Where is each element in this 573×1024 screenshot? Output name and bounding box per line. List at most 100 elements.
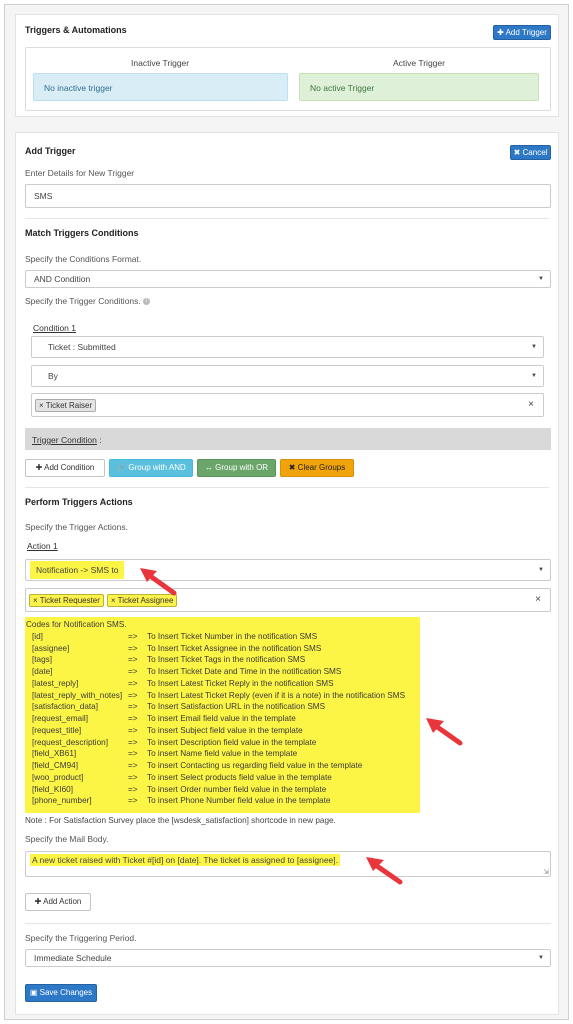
code-key: [request_title] (32, 725, 82, 735)
code-arrow: => (128, 678, 138, 688)
conditions-title: Match Triggers Conditions (25, 228, 139, 238)
code-row: [tags] => To Insert Ticket Tags in the not… (25, 654, 420, 666)
clear-groups-button[interactable]: ✖ Clear Groups (280, 459, 354, 477)
trigger-name-input[interactable]: SMS (25, 184, 551, 208)
triggers-title: Triggers & Automations (25, 25, 127, 35)
trigger-condition-bar: Trigger Condition : (25, 428, 551, 450)
code-key: [field_XB61] (32, 749, 77, 759)
code-arrow: => (128, 772, 138, 782)
save-icon: ▣ (29, 988, 40, 997)
sms-codes-box: Codes for Notification SMS. [id] => To Ins… (25, 617, 420, 813)
code-arrow: => (128, 655, 138, 665)
code-description: To insert Description field value in the… (147, 737, 317, 747)
code-key: [date] (32, 667, 53, 676)
code-row: [latest_reply_with_notes] => To Insert Lat… (25, 690, 420, 702)
divider (25, 218, 549, 219)
codes-list: [id] => To Insert Ticket Number in the not… (25, 631, 420, 807)
satisfaction-note: Note : For Satisfaction Survey place the… (25, 816, 336, 825)
condition-value-tags[interactable]: × Ticket Raiser × (31, 393, 544, 417)
action-recipients-tags[interactable]: × Ticket Requester × Ticket Assignee × (25, 588, 551, 612)
code-description: To insert Phone Number field value in th… (147, 796, 331, 806)
code-arrow: => (128, 749, 138, 759)
code-key: [latest_reply] (32, 678, 79, 688)
code-description: To Insert Latest Ticket Reply (even if i… (147, 690, 406, 700)
mail-body-textarea[interactable]: A new ticket raised with Ticket #[id] on… (25, 851, 551, 877)
code-key: [woo_product] (32, 772, 84, 782)
code-description: To Insert Ticket Assignee in the notific… (147, 643, 322, 653)
divider (25, 923, 551, 924)
annotation-arrow-mail-body (366, 857, 403, 885)
code-description: To Insert Latest Ticket Reply in the not… (147, 678, 334, 688)
code-description: To Insert Ticket Tags in the notificatio… (147, 655, 306, 665)
condition-operator-select[interactable]: By ▼ (31, 365, 544, 387)
clear-tags-icon[interactable]: × (528, 399, 534, 410)
clear-tags-icon[interactable]: × (535, 594, 541, 605)
code-row: [date] => To Insert Ticket Date and Time i… (25, 666, 420, 678)
mail-body-label: Specify the Mail Body. (25, 834, 109, 844)
code-arrow: => (128, 690, 138, 700)
add-trigger-button[interactable]: ✚ Add Trigger (493, 25, 551, 40)
trigger-condition-label: Trigger Condition : (32, 435, 102, 445)
condition-field-select[interactable]: Ticket : Submitted ▼ (31, 336, 544, 358)
inactive-trigger-header: Inactive Trigger (131, 58, 190, 68)
save-changes-button[interactable]: ▣ Save Changes (25, 984, 97, 1002)
code-row: [field_CM94] => To insert Contacting us re… (25, 760, 420, 772)
plus-icon: ✚ (34, 897, 44, 906)
code-description: To insert Email field value in the templ… (147, 714, 296, 723)
remove-tag-icon[interactable]: × (33, 596, 38, 605)
tag-ticket-requester[interactable]: × Ticket Requester (29, 594, 104, 607)
code-key: [tags] (32, 655, 53, 665)
condition-1-box: Condition 1 Ticket : Submitted ▼ By ▼ × … (25, 314, 551, 421)
period-select[interactable]: Immediate Schedule ▼ (25, 949, 551, 967)
code-row: [request_title] => To insert Subject field… (25, 725, 420, 737)
code-description: To insert Contacting us regarding field … (147, 761, 363, 770)
code-arrow: => (128, 631, 138, 641)
active-empty-text: No active Trigger (310, 83, 375, 93)
code-row: [latest_reply] => To Insert Latest Ticket … (25, 678, 420, 690)
code-key: [id] (32, 631, 43, 641)
info-icon: i (143, 298, 151, 306)
actions-title: Perform Triggers Actions (25, 497, 133, 507)
chevron-down-icon: ▼ (531, 344, 537, 350)
code-row: [request_description] => To insert Descrip… (25, 737, 420, 749)
code-description: To insert Subject field value in the tem… (147, 725, 303, 735)
annotation-arrow-codes (426, 718, 463, 746)
code-key: [phone_number] (32, 796, 92, 806)
link-icon: 🔗 (116, 463, 127, 472)
active-trigger-list: No active Trigger (299, 73, 539, 101)
group-with-and-button[interactable]: 🔗 Group with AND (109, 459, 193, 477)
conditions-format-select[interactable]: AND Condition ▼ (25, 270, 551, 288)
code-row: [request_email] => To insert Email field v… (25, 713, 420, 725)
trigger-conditions-label: Specify the Trigger Conditions. i (25, 296, 151, 306)
action-type-select[interactable]: Notification -> SMS to ▼ (25, 559, 551, 581)
inactive-trigger-list: No inactive trigger (33, 73, 288, 101)
code-key: [field_CM94] (32, 761, 78, 770)
code-row: [field_KI60] => To insert Order number fie… (25, 784, 420, 796)
divider (25, 487, 549, 488)
remove-tag-icon[interactable]: × (111, 596, 116, 605)
code-key: [request_description] (32, 737, 109, 747)
action-1-label: Action 1 (27, 541, 58, 551)
code-arrow: => (128, 667, 138, 676)
code-key: [satisfaction_data] (32, 702, 98, 712)
remove-tag-icon[interactable]: × (39, 401, 44, 410)
action-type-value: Notification -> SMS to (30, 561, 125, 579)
code-description: To insert Name field value in the templa… (147, 749, 298, 759)
condition-1-label: Condition 1 (33, 323, 77, 333)
period-label: Specify the Triggering Period. (25, 933, 137, 943)
cancel-button[interactable]: ✖ Cancel (510, 145, 551, 160)
code-key: [field_KI60] (32, 784, 73, 794)
code-arrow: => (128, 761, 138, 770)
add-action-button[interactable]: ✚ Add Action (25, 893, 91, 911)
code-arrow: => (128, 643, 138, 653)
trigger-details-label: Enter Details for New Trigger (25, 168, 135, 178)
resize-handle-icon[interactable]: ⇲ (543, 868, 549, 876)
chevron-down-icon: ▼ (531, 373, 537, 379)
close-icon: ✖ (513, 148, 523, 157)
code-description: To Insert Satisfaction URL in the notifi… (147, 702, 326, 712)
tag-ticket-raiser[interactable]: × Ticket Raiser (35, 399, 97, 412)
group-with-or-button[interactable]: ↔ Group with OR (197, 459, 276, 477)
add-condition-button[interactable]: ✚ Add Condition (25, 459, 105, 477)
code-row: [assignee] => To Insert Ticket Assignee in… (25, 643, 420, 655)
code-description: To Insert Ticket Number in the notificat… (147, 631, 318, 641)
